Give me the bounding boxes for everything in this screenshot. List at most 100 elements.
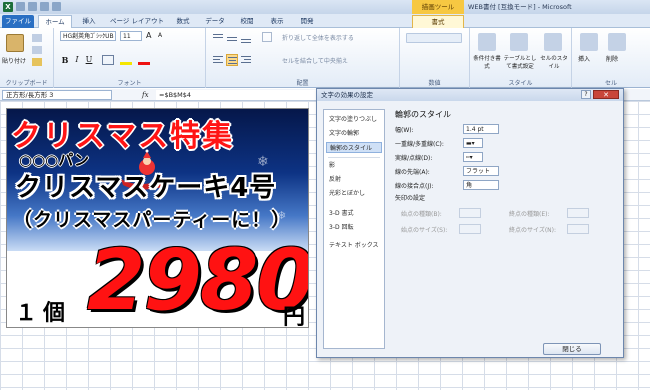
nav-reflection[interactable]: 反射 xyxy=(326,174,382,185)
section-title: 輪郭のスタイル xyxy=(395,110,451,119)
flyer-shape[interactable]: ❄ ❄ ❄ ❄ クリスマス特集 ○○○パン クリスマスケーキ4号 （クリスマスパ… xyxy=(6,108,309,328)
width-spinner[interactable]: 1.4 pt xyxy=(463,124,499,134)
begin-size-label: 始点のサイズ(S): xyxy=(401,227,448,234)
orientation-icon[interactable] xyxy=(262,32,272,42)
merge-center-button[interactable]: セルを結合して中央揃え xyxy=(282,56,348,65)
conditional-format-label[interactable]: 条件付き書式 xyxy=(472,54,502,70)
copy-icon[interactable] xyxy=(32,46,42,54)
format-painter-icon[interactable] xyxy=(32,58,42,66)
delete-cells-icon[interactable] xyxy=(608,33,626,51)
tab-insert[interactable]: 挿入 xyxy=(76,15,102,28)
bold-icon[interactable]: B xyxy=(60,55,70,65)
number-group: 数値 xyxy=(400,28,470,88)
join-type-select[interactable]: 角 xyxy=(463,180,499,190)
alignment-group: 折り返して全体を表示する セルを結合して中央揃え 配置 xyxy=(206,28,400,88)
cells-group-label: セル xyxy=(604,80,617,87)
nav-shadow[interactable]: 影 xyxy=(326,160,382,171)
outline-style-panel: 輪郭のスタイル 幅(W): 1.4 pt 一重線/多重線(C): ▬▾ 実線/点… xyxy=(391,109,617,344)
nav-glow-soft-edges[interactable]: 光彩とぼかし xyxy=(326,188,382,199)
price-value: 2980 xyxy=(87,231,309,328)
align-center-icon[interactable] xyxy=(226,54,238,66)
grow-font-icon[interactable]: A xyxy=(146,31,156,41)
tab-data[interactable]: データ xyxy=(200,15,230,28)
tab-file[interactable]: ファイル xyxy=(2,15,34,28)
cells-group: 挿入 削除 セル xyxy=(572,28,650,88)
drawing-tools-context: 描画ツール xyxy=(412,0,464,14)
font-group: HG創英角ｺﾞｼｯｸUB 11 A A B I U フォント xyxy=(54,28,206,88)
insert-cells-icon[interactable] xyxy=(580,33,598,51)
begin-size-select[interactable] xyxy=(459,224,481,234)
ribbon-tabs: ファイル ホーム 挿入 ページ レイアウト 数式 データ 校閲 表示 開発 書式 xyxy=(0,14,650,28)
dash-type-select[interactable]: ┅▾ xyxy=(463,152,483,162)
shrink-font-icon[interactable]: A xyxy=(158,32,168,42)
clipboard-group-label: クリップボード xyxy=(5,80,48,87)
product-name: クリスマスケーキ4号 xyxy=(15,173,277,203)
insert-cells-label[interactable]: 挿入 xyxy=(578,54,590,63)
tab-view[interactable]: 表示 xyxy=(264,15,290,28)
title-bar: X 描画ツール WEB書付 [互換モード] - Microsoft Excel xyxy=(0,0,650,25)
width-label: 幅(W): xyxy=(395,127,414,134)
nav-text-outline[interactable]: 文字の輪郭 xyxy=(326,128,382,139)
tab-developer[interactable]: 開発 xyxy=(294,15,320,28)
name-box[interactable]: 正方形/長方形 3 xyxy=(2,90,112,100)
nav-outline-style[interactable]: 輪郭のスタイル xyxy=(326,142,382,153)
close-icon[interactable]: ✕ xyxy=(593,90,619,99)
align-left-icon[interactable] xyxy=(212,54,224,66)
currency-label: 円 xyxy=(283,305,306,328)
fill-color-icon[interactable] xyxy=(120,55,132,65)
styles-group-label: スタイル xyxy=(508,80,533,87)
close-button[interactable]: 閉じる xyxy=(543,343,601,355)
cell-styles-icon[interactable] xyxy=(544,33,562,51)
tab-format[interactable]: 書式 xyxy=(412,15,464,28)
wrap-text-button[interactable]: 折り返して全体を表示する xyxy=(282,33,354,42)
customize-icon[interactable] xyxy=(52,2,61,11)
nav-text-box[interactable]: テキスト ボックス xyxy=(326,240,382,251)
align-bottom-icon[interactable] xyxy=(240,33,252,43)
end-type-label: 終点の種類(E): xyxy=(509,211,550,218)
font-size-select[interactable]: 11 xyxy=(120,31,142,41)
begin-type-select[interactable] xyxy=(459,208,481,218)
align-top-icon[interactable] xyxy=(212,33,224,43)
conditional-format-icon[interactable] xyxy=(478,33,496,51)
paste-label[interactable]: 貼り付け xyxy=(2,56,26,65)
quantity-label: １個 xyxy=(15,301,72,326)
nav-3d-rotation[interactable]: 3-D 回転 xyxy=(326,222,382,233)
tab-review[interactable]: 校閲 xyxy=(234,15,260,28)
excel-icon[interactable]: X xyxy=(3,2,13,12)
align-middle-icon[interactable] xyxy=(226,33,238,43)
format-as-table-label[interactable]: テーブルとして書式設定 xyxy=(502,54,538,70)
help-icon[interactable]: ? xyxy=(581,90,591,99)
styles-group: 条件付き書式 テーブルとして書式設定 セルのスタイル スタイル xyxy=(470,28,572,88)
format-as-table-icon[interactable] xyxy=(510,33,528,51)
nav-text-fill[interactable]: 文字の塗りつぶし xyxy=(326,114,382,125)
insert-function-icon[interactable]: fx xyxy=(142,90,149,100)
italic-icon[interactable]: I xyxy=(72,55,82,65)
underline-icon[interactable]: U xyxy=(84,55,94,65)
end-type-select[interactable] xyxy=(567,208,589,218)
nav-3d-format[interactable]: 3-D 書式 xyxy=(326,208,382,219)
clipboard-group: 貼り付け クリップボード xyxy=(0,28,54,88)
tab-home[interactable]: ホーム xyxy=(38,15,72,28)
tab-page-layout[interactable]: ページ レイアウト xyxy=(106,15,168,28)
redo-icon[interactable] xyxy=(40,2,49,11)
cut-icon[interactable] xyxy=(32,34,42,42)
undo-icon[interactable] xyxy=(28,2,37,11)
save-icon[interactable] xyxy=(16,2,25,11)
window-title: WEB書付 [互換モード] - Microsoft Excel xyxy=(468,3,572,25)
end-size-select[interactable] xyxy=(567,224,589,234)
border-icon[interactable] xyxy=(102,55,114,65)
font-color-icon[interactable] xyxy=(138,55,150,65)
align-right-icon[interactable] xyxy=(240,54,252,66)
number-format-select[interactable] xyxy=(406,33,462,43)
font-group-label: フォント xyxy=(117,80,142,87)
compound-type-select[interactable]: ▬▾ xyxy=(463,138,483,148)
paste-icon[interactable] xyxy=(6,34,24,52)
delete-cells-label[interactable]: 削除 xyxy=(606,54,618,63)
cap-type-select[interactable]: フラット xyxy=(463,166,499,176)
tab-formulas[interactable]: 数式 xyxy=(170,15,196,28)
cap-type-label: 線の先端(A): xyxy=(395,169,430,176)
formula-input[interactable]: =$B$M$4 xyxy=(156,90,316,100)
font-name-select[interactable]: HG創英角ｺﾞｼｯｸUB xyxy=(60,31,116,41)
arrow-settings-label: 矢印の設定 xyxy=(395,195,426,202)
cell-styles-label[interactable]: セルのスタイル xyxy=(538,54,570,70)
